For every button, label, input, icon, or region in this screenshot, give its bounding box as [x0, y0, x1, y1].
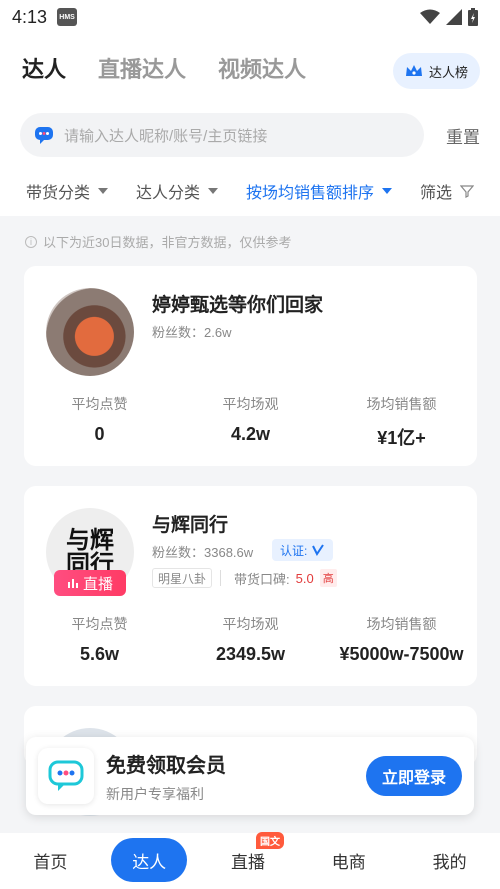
- filter-label: 带货分类: [26, 185, 91, 202]
- stat-value: 4.2w: [230, 424, 271, 444]
- battery-icon: [468, 8, 478, 26]
- stat-avg-likes: 平均点赞 0: [24, 394, 175, 450]
- filter-label: 筛选: [420, 185, 453, 202]
- search-input[interactable]: 请输入达人昵称/账号/主页链接: [20, 113, 424, 157]
- search-row: 请输入达人昵称/账号/主页链接 重置: [0, 104, 500, 166]
- live-label: 直播: [82, 575, 113, 593]
- ranking-label: 达人榜: [428, 64, 468, 80]
- search-placeholder: 请输入达人昵称/账号/主页链接: [64, 127, 268, 145]
- stat-value: ¥1亿+: [377, 428, 426, 448]
- reputation-level: 高: [319, 569, 337, 587]
- login-button[interactable]: 立即登录: [365, 756, 462, 796]
- filter-screen[interactable]: 筛选: [420, 179, 475, 203]
- stat-avg-sales: 场均销售额 ¥1亿+: [326, 394, 477, 450]
- data-notice: i 以下为近30日数据，非官方数据，仅供参考: [25, 232, 291, 251]
- signal-icon: [446, 9, 462, 25]
- nav-talent[interactable]: 达人: [111, 838, 188, 882]
- stat-value: ¥5000w-7500w: [339, 644, 464, 664]
- live-badge[interactable]: 直播: [54, 570, 126, 596]
- filter-talent-category[interactable]: 达人分类: [136, 179, 219, 203]
- reputation: 带货口碑: 5.0 高: [234, 568, 337, 588]
- nav-badge: 国文: [255, 832, 284, 849]
- reputation-label: 带货口碑:: [234, 571, 290, 587]
- chevron-down-icon: [382, 188, 393, 194]
- stat-label: 平均场观: [222, 396, 279, 412]
- funnel-icon: [460, 185, 475, 198]
- status-time: 4:13: [12, 6, 48, 27]
- promo-banner[interactable]: 免费领取会员 新用户专享福利 立即登录: [26, 737, 474, 815]
- avatar-calligraphy: 与辉同行: [66, 525, 114, 578]
- chevron-down-icon: [208, 188, 219, 194]
- stat-avg-likes: 平均点赞 5.6w: [24, 614, 175, 665]
- reset-button[interactable]: 重置: [446, 123, 480, 148]
- fans-count: 粉丝数：2.6w: [152, 325, 232, 340]
- status-bar: 4:13 HMS: [0, 0, 500, 34]
- talent-name: 婷婷甄选等你们回家: [152, 295, 324, 316]
- filter-label: 按场均销售额排序: [246, 185, 375, 202]
- tab-video-talent[interactable]: 视频达人: [218, 52, 306, 84]
- divider: [220, 570, 221, 586]
- stat-label: 平均场观: [222, 616, 279, 632]
- talent-name: 与辉同行: [152, 515, 229, 536]
- status-icons: [420, 8, 478, 26]
- talent-card[interactable]: 与辉同行 直播 与辉同行 粉丝数：3368.6w 认证: 明星八卦 带货口碑: …: [24, 486, 477, 686]
- verified-check-icon: [312, 544, 325, 556]
- tab-live-talent[interactable]: 直播达人: [98, 52, 186, 84]
- notice-text: 以下为近30日数据，非官方数据，仅供参考: [43, 235, 292, 250]
- verify-label: 认证:: [280, 543, 308, 558]
- filter-label: 达人分类: [136, 185, 201, 202]
- tab-talent[interactable]: 达人: [22, 52, 66, 84]
- nav-label: 直播: [230, 852, 265, 872]
- stat-avg-views: 平均场观 4.2w: [175, 394, 326, 450]
- stats-row: 平均点赞 0 平均场观 4.2w 场均销售额 ¥1亿+: [24, 394, 477, 450]
- wifi-icon: [420, 9, 440, 24]
- crown-icon: [405, 65, 422, 76]
- stat-avg-views: 平均场观 2349.5w: [175, 614, 326, 665]
- stat-label: 场均销售额: [366, 616, 437, 632]
- nav-mine[interactable]: 我的: [410, 838, 490, 882]
- bottom-nav: 首页 达人 直播 国文 电商 我的: [0, 832, 500, 889]
- stat-value: 0: [94, 424, 105, 444]
- stat-label: 平均点赞: [71, 616, 128, 632]
- nav-home[interactable]: 首页: [10, 838, 90, 882]
- verify-badge: 认证:: [272, 539, 334, 561]
- filter-row: 带货分类 达人分类 按场均销售额排序 筛选: [0, 166, 500, 216]
- chevron-down-icon: [98, 188, 109, 194]
- stat-value: 5.6w: [79, 644, 120, 664]
- stat-avg-sales: 场均销售额 ¥5000w-7500w: [326, 614, 477, 665]
- stat-label: 场均销售额: [366, 396, 437, 412]
- talent-card[interactable]: 婷婷甄选等你们回家 粉丝数：2.6w 平均点赞 0 平均场观 4.2w 场均销售…: [24, 266, 477, 466]
- live-bars-icon: [67, 579, 78, 588]
- reputation-score: 5.0: [295, 570, 314, 586]
- category-tag: 明星八卦: [152, 568, 213, 588]
- app-logo-icon: [38, 748, 94, 804]
- promo-title: 免费领取会员: [106, 754, 226, 777]
- info-icon: i: [25, 235, 37, 248]
- filter-sort[interactable]: 按场均销售额排序: [246, 179, 393, 203]
- promo-text: 免费领取会员 新用户专享福利: [106, 749, 226, 804]
- avatar: [46, 288, 134, 376]
- stats-row: 平均点赞 5.6w 平均场观 2349.5w 场均销售额 ¥5000w-7500…: [24, 614, 477, 665]
- ranking-button[interactable]: 达人榜: [392, 53, 480, 89]
- nav-ecommerce[interactable]: 电商: [309, 838, 389, 882]
- promo-subtitle: 新用户专享福利: [106, 785, 204, 802]
- fans-count: 粉丝数：3368.6w: [152, 545, 254, 560]
- filter-goods-category[interactable]: 带货分类: [26, 179, 109, 203]
- stat-value: 2349.5w: [215, 644, 286, 664]
- nav-live[interactable]: 直播 国文: [208, 832, 288, 882]
- hms-icon: HMS: [57, 8, 78, 26]
- stat-label: 平均点赞: [71, 396, 128, 412]
- app-logo-icon: [35, 127, 53, 144]
